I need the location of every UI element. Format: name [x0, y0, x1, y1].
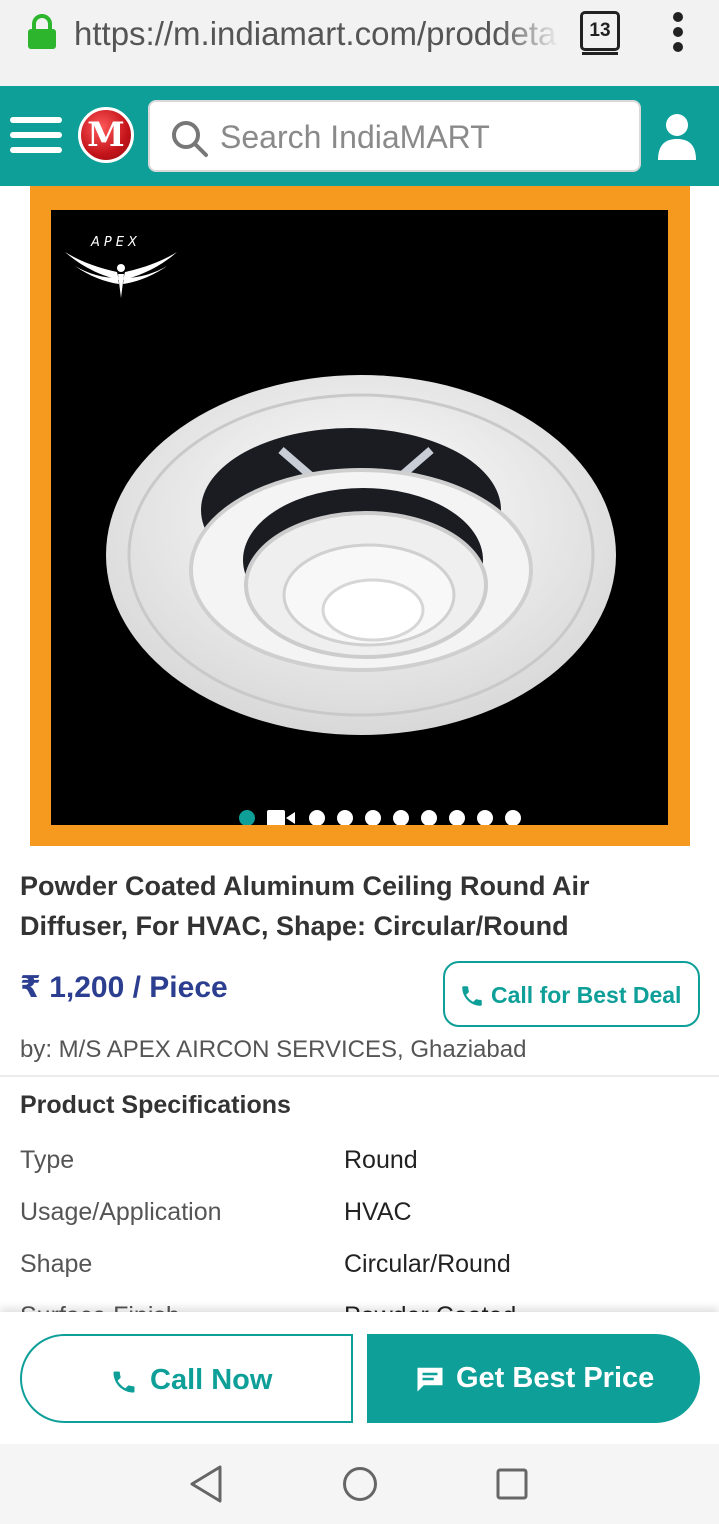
spec-value: Powder Coated — [344, 1290, 516, 1314]
gallery-dot[interactable] — [365, 810, 381, 825]
tab-switcher-underline — [582, 52, 618, 55]
url-value: https://m.indiamart.com/proddeta — [74, 15, 557, 52]
spec-row: Shape Circular/Round — [0, 1238, 719, 1290]
spec-value: Round — [344, 1146, 418, 1174]
gallery-dot-active[interactable] — [239, 810, 255, 825]
section-divider — [0, 1075, 719, 1077]
spec-value: HVAC — [344, 1198, 412, 1226]
recents-square-icon[interactable] — [496, 1468, 528, 1500]
gallery-dot[interactable] — [393, 810, 409, 825]
product-page: https://m.indiamart.com/proddeta 13 M Se… — [0, 0, 719, 1524]
get-best-price-button[interactable]: Get Best Price — [367, 1334, 700, 1423]
tab-count: 13 — [589, 20, 611, 41]
gallery-dot[interactable] — [337, 810, 353, 825]
tab-switcher-button[interactable]: 13 — [580, 11, 620, 51]
call-for-best-deal-label: Call for Best Deal — [491, 982, 682, 1008]
spec-row: Usage/Application HVAC — [0, 1186, 719, 1238]
call-for-best-deal-button[interactable]: Call for Best Deal — [443, 961, 700, 1027]
get-best-price-label: Get Best Price — [456, 1362, 655, 1394]
search-icon — [172, 121, 208, 157]
home-circle-icon[interactable] — [342, 1466, 378, 1502]
gallery-dot[interactable] — [421, 810, 437, 825]
call-now-label: Call Now — [150, 1364, 273, 1396]
spec-key: Surface Finish — [20, 1290, 180, 1314]
video-icon[interactable] — [267, 810, 295, 825]
phone-icon — [113, 1371, 135, 1393]
hamburger-menu-icon[interactable] — [10, 115, 62, 155]
lock-icon — [26, 14, 58, 50]
brand-text: APEX — [90, 235, 141, 250]
specs-table: Type Round Usage/Application HVAC Shape … — [0, 1134, 719, 1314]
more-vertical-icon[interactable] — [668, 12, 688, 52]
chat-icon — [417, 1367, 443, 1392]
logo-letter: M — [87, 115, 125, 155]
indiamart-logo[interactable]: M — [78, 107, 134, 163]
gallery-pagination — [239, 808, 539, 825]
search-input[interactable] — [220, 112, 620, 162]
url-text[interactable]: https://m.indiamart.com/proddeta — [74, 12, 560, 56]
call-now-button[interactable]: Call Now — [20, 1334, 353, 1423]
phone-icon — [462, 986, 482, 1006]
round-air-diffuser-image — [106, 375, 616, 735]
url-fade — [500, 12, 560, 56]
spec-row: Type Round — [0, 1134, 719, 1186]
product-image-gallery[interactable]: APEX — [30, 186, 690, 846]
gallery-dot[interactable] — [309, 810, 325, 825]
back-triangle-icon[interactable] — [188, 1464, 224, 1504]
gallery-dot[interactable] — [477, 810, 493, 825]
gallery-dot[interactable] — [505, 810, 521, 825]
product-price: ₹ 1,200 / Piece — [20, 971, 228, 1004]
product-title: Powder Coated Aluminum Ceiling Round Air… — [20, 871, 590, 941]
spec-row: Surface Finish Powder Coated — [0, 1290, 719, 1314]
spec-key: Type — [20, 1146, 75, 1174]
gallery-dot[interactable] — [449, 810, 465, 825]
apex-brand-logo: APEX — [65, 235, 177, 298]
spec-key: Shape — [20, 1250, 93, 1278]
user-icon[interactable] — [656, 112, 698, 162]
product-photo[interactable]: APEX — [51, 210, 668, 825]
spec-key: Usage/Application — [20, 1198, 222, 1226]
search-box[interactable] — [148, 100, 641, 172]
specs-heading: Product Specifications — [20, 1091, 291, 1119]
spec-value: Circular/Round — [344, 1250, 511, 1278]
seller-info[interactable]: by: M/S APEX AIRCON SERVICES, Ghaziabad — [20, 1034, 526, 1066]
